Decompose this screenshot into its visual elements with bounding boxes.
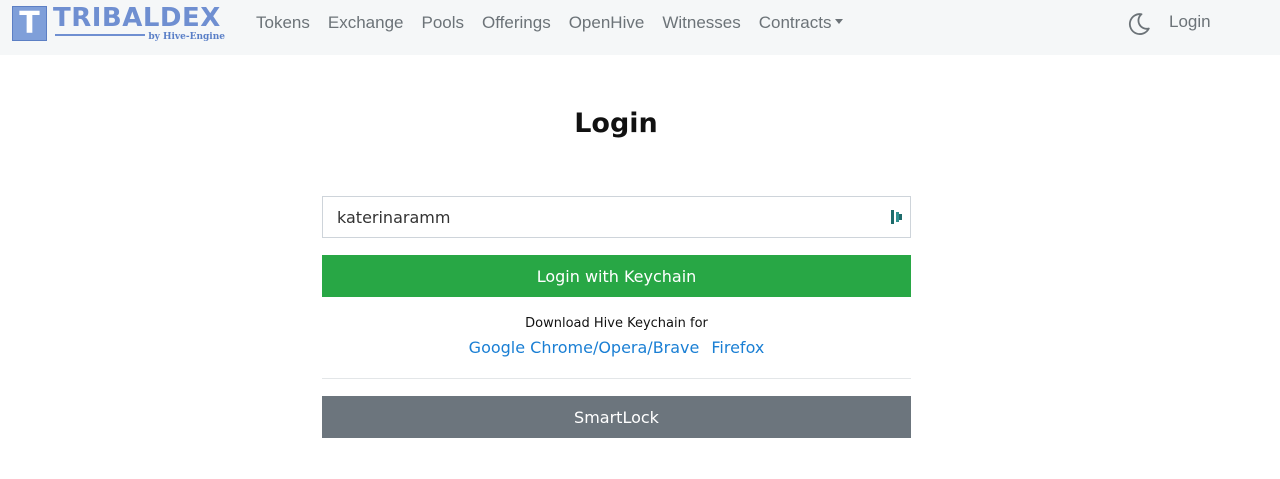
- nav-item-contracts-dropdown[interactable]: Contracts: [759, 13, 844, 33]
- brand-subtitle: by Hive-Engine: [148, 32, 225, 42]
- page-title: Login: [574, 108, 658, 139]
- nav-item-tokens[interactable]: Tokens: [256, 13, 310, 33]
- brand-mark-letter: T: [19, 5, 40, 41]
- brand-logo[interactable]: T TRIBALDEX by Hive-Engine: [12, 3, 228, 42]
- firefox-download-link[interactable]: Firefox: [711, 338, 764, 357]
- nav-item-witnesses[interactable]: Witnesses: [662, 13, 740, 33]
- nav-item-openhive[interactable]: OpenHive: [569, 13, 645, 33]
- theme-toggle-button[interactable]: [1126, 11, 1152, 37]
- nav-item-offerings[interactable]: Offerings: [482, 13, 551, 33]
- chrome-download-link[interactable]: Google Chrome/Opera/Brave: [469, 338, 700, 357]
- nav-item-exchange[interactable]: Exchange: [328, 13, 404, 33]
- download-keychain-label: Download Hive Keychain for: [525, 316, 708, 331]
- divider: [322, 378, 911, 379]
- moon-icon: [1128, 13, 1150, 35]
- login-with-keychain-button[interactable]: Login with Keychain: [322, 255, 911, 297]
- keychain-icon[interactable]: [890, 209, 904, 225]
- brand-mark-icon: T: [12, 6, 47, 41]
- nav-item-pools[interactable]: Pools: [422, 13, 465, 33]
- chevron-down-icon: [835, 19, 844, 25]
- brand-text: TRIBALDEX by Hive-Engine: [53, 3, 225, 42]
- brand-underline: [55, 34, 145, 36]
- brand-name: TRIBALDEX: [53, 3, 221, 33]
- download-links: Google Chrome/Opera/Brave Firefox: [322, 338, 911, 357]
- top-navbar: T TRIBALDEX by Hive-Engine Tokens Exchan…: [0, 0, 1280, 55]
- nav-links: Tokens Exchange Pools Offerings OpenHive…: [256, 0, 861, 46]
- nav-item-contracts-label: Contracts: [758, 13, 832, 32]
- username-input[interactable]: [323, 197, 883, 237]
- username-field: [322, 196, 911, 238]
- nav-login-link[interactable]: Login: [1169, 12, 1211, 32]
- smartlock-button[interactable]: SmartLock: [322, 396, 911, 438]
